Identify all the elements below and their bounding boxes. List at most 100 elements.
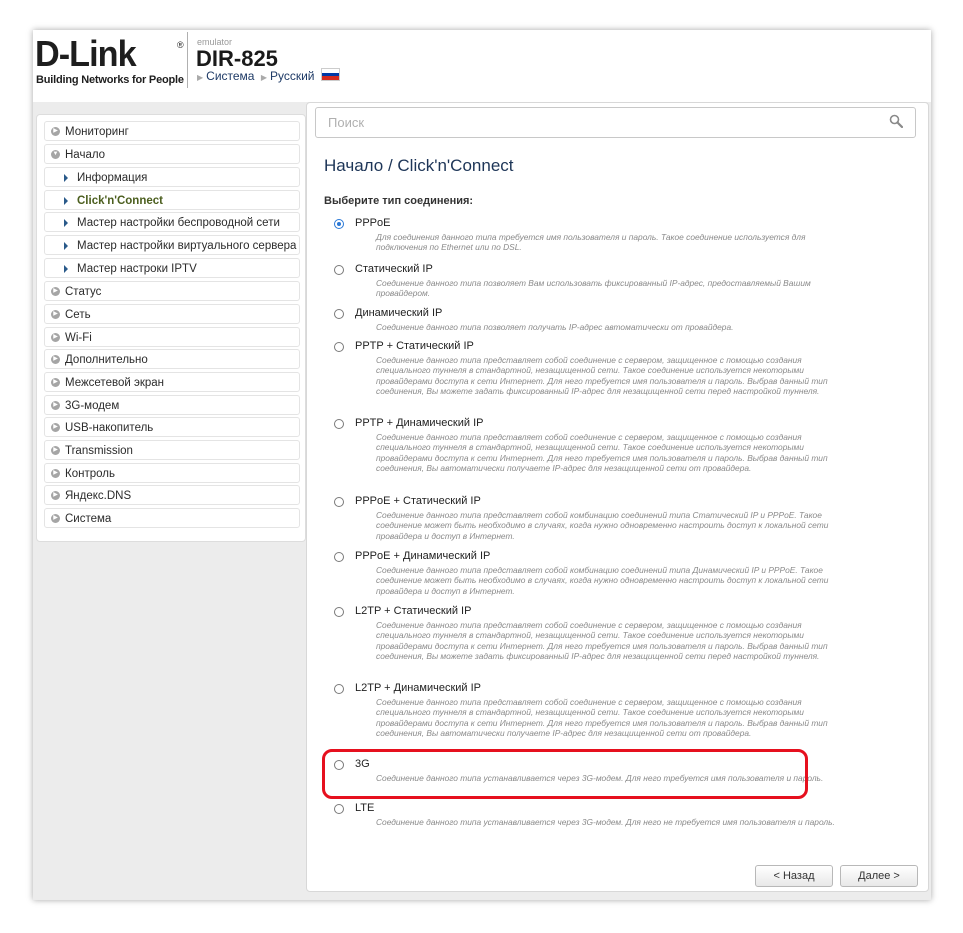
expand-icon: ▶ [51,333,60,342]
sidebar-item-transmission[interactable]: ▶ Transmission [44,440,300,460]
sidebar-item-label: Яндекс.DNS [65,490,132,502]
option-label: PPPoE + Динамический IP [355,550,491,562]
sidebar-item-information[interactable]: Информация [44,167,300,187]
flag-stripe-red [321,76,339,80]
bullet-arrow-icon [64,265,68,273]
sidebar-item-wifi[interactable]: ▶ Wi-Fi [44,327,300,347]
search-placeholder: Поиск [328,115,365,130]
sidebar-item-label: Мастер настройки виртуального сервера [77,240,297,252]
radio-button[interactable] [334,219,344,229]
option-label: Статический IP [355,263,433,275]
sidebar-item-firewall[interactable]: ▶ Межсетевой экран [44,372,300,392]
expand-icon: ▶ [51,310,60,319]
back-button[interactable]: < Назад [755,865,833,887]
option-description: Соединение данного типа представляет соб… [376,355,828,397]
russian-flag-icon[interactable] [320,68,340,81]
option-description: Соединение данного типа представляет соб… [376,697,828,739]
sidebar-item-wireless-wizard[interactable]: Мастер настройки беспроводной сети [44,212,300,232]
expand-icon: ▶ [51,469,60,478]
sidebar-item-label: Transmission [65,445,133,457]
radio-button[interactable] [334,265,344,275]
bullet-arrow-icon [64,174,68,182]
nav-arrow-icon: ▶ [197,73,204,82]
radio-button[interactable] [334,684,344,694]
sidebar-item-iptv-wizard[interactable]: Мастер настроки IPTV [44,258,300,278]
header-divider [187,32,188,88]
sidebar-item-label: USB-накопитель [65,422,154,434]
sidebar-item-label: Контроль [65,468,115,480]
sidebar-item-label: Сеть [65,309,91,321]
radio-button[interactable] [334,552,344,562]
option-label: PPPoE + Статический IP [355,495,481,507]
logo-text: D-Link [35,33,137,74]
expand-icon: ▶ [51,378,60,387]
logo-tagline: Building Networks for People [36,74,184,86]
expand-icon: ▶ [51,127,60,136]
nav-arrow-icon: ▶ [260,73,267,82]
sidebar-menu: ▶ Мониторинг ▼ Начало Информация Click'n'C… [36,114,306,542]
option-label: L2TP + Динамический IP [355,682,482,694]
option-label: PPPoE [355,217,391,229]
option-label: PPTP + Статический IP [355,340,474,352]
option-description: Соединение данного типа представляет соб… [376,432,828,474]
option-description: Соединение данного типа представляет соб… [376,620,828,662]
radio-button[interactable] [334,342,344,352]
option-label: Динамический IP [355,307,443,319]
sidebar-item-label: 3G-модем [65,400,120,412]
sidebar-item-system[interactable]: ▶ Система [44,508,300,528]
bullet-arrow-icon [64,242,68,250]
expand-icon: ▶ [51,401,60,410]
expand-icon: ▶ [51,514,60,523]
search-input[interactable]: Поиск [315,107,916,138]
dlink-logo[interactable]: D-Link ® Building Networks for People [35,34,185,92]
option-description: Соединение данного типа представляет соб… [376,565,829,596]
sidebar-item-3g-modem[interactable]: ▶ 3G-модем [44,395,300,415]
expand-icon: ▶ [51,355,60,364]
sidebar-item-clicknconnect[interactable]: Click'n'Connect [44,190,300,210]
option-label: PPTP + Динамический IP [355,417,484,429]
option-description: Соединение данного типа представляет соб… [376,510,829,541]
expand-icon: ▶ [51,491,60,500]
3g-option-highlight [322,749,808,799]
sidebar-item-virtual-server-wizard[interactable]: Мастер настройки виртуального сервера [44,235,300,255]
radio-button[interactable] [334,607,344,617]
sidebar-item-monitoring[interactable]: ▶ Мониторинг [44,121,300,141]
nav-language-link[interactable]: Русский [270,69,315,83]
connection-type-prompt: Выберите тип соединения: [324,195,474,207]
search-icon[interactable] [889,114,903,128]
option-description: Соединение данного типа позволяет получа… [376,322,734,332]
radio-button[interactable] [334,309,344,319]
option-description: Соединение данного типа устанавливается … [376,817,835,827]
sidebar-item-yandex-dns[interactable]: ▶ Яндекс.DNS [44,485,300,505]
radio-button[interactable] [334,804,344,814]
sidebar-item-label: Мастер настройки беспроводной сети [77,217,280,229]
radio-button[interactable] [334,497,344,507]
expand-icon: ▶ [51,287,60,296]
bullet-arrow-icon [64,197,68,205]
sidebar-item-label: Мастер настроки IPTV [77,263,197,275]
header: D-Link ® Building Networks for People em… [33,30,931,102]
option-description: Для соединения данного типа требуется им… [376,232,806,253]
nav-system-link[interactable]: Система [206,69,254,83]
sidebar-item-label: Click'n'Connect [77,195,163,207]
sidebar-item-label: Дополнительно [65,354,148,366]
collapse-icon: ▼ [51,150,60,159]
logo-registered-mark: ® [177,40,184,50]
next-button[interactable]: Далее > [840,865,918,887]
sidebar-item-status[interactable]: ▶ Статус [44,281,300,301]
sidebar-item-label: Wi-Fi [65,332,92,344]
sidebar-item-label: Статус [65,286,102,298]
sidebar-item-label: Межсетевой экран [65,377,165,389]
sidebar-item-start[interactable]: ▼ Начало [44,144,300,164]
sidebar-item-label: Система [65,513,112,525]
radio-button[interactable] [334,419,344,429]
sidebar-item-advanced[interactable]: ▶ Дополнительно [44,349,300,369]
option-label: LTE [355,802,375,814]
bullet-arrow-icon [64,219,68,227]
sidebar-item-label: Начало [65,149,106,161]
sidebar-item-usb-storage[interactable]: ▶ USB-накопитель [44,417,300,437]
sidebar-item-control[interactable]: ▶ Контроль [44,463,300,483]
header-nav: ▶ Система ▶ Русский [197,68,340,83]
option-label: L2TP + Статический IP [355,605,472,617]
sidebar-item-network[interactable]: ▶ Сеть [44,304,300,324]
